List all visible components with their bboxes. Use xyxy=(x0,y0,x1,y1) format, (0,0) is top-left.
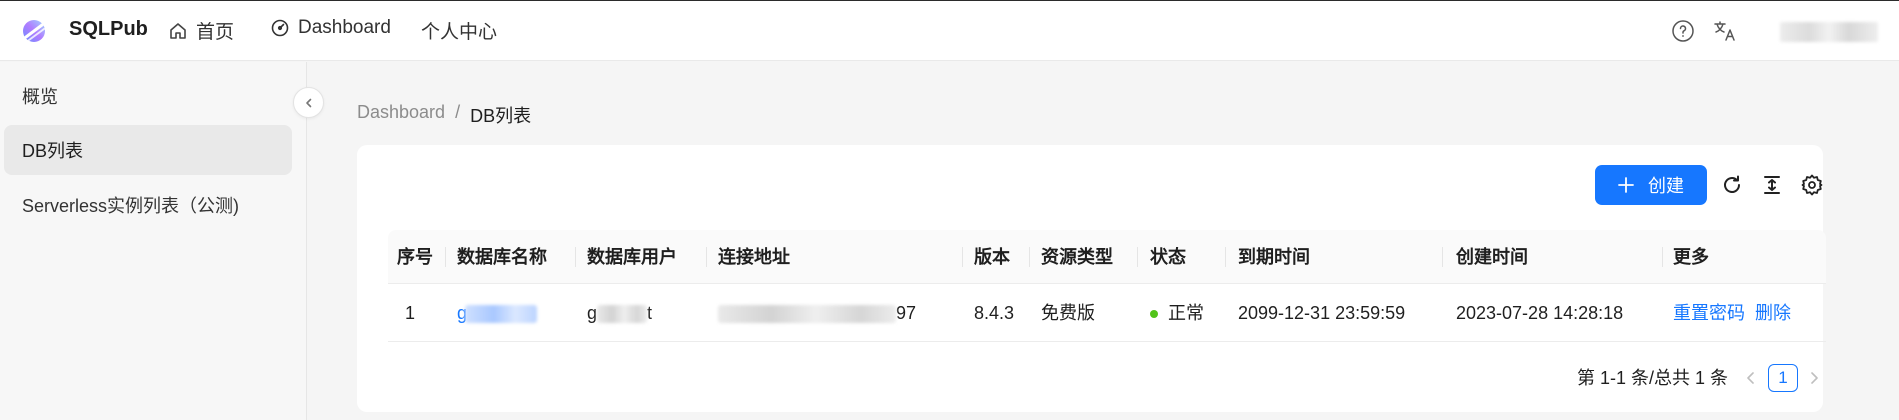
column-header: 序号 xyxy=(397,247,433,267)
dashboard-icon xyxy=(271,19,289,37)
nav-home-label: 首页 xyxy=(196,22,235,43)
table-header: 序号 数据库名称 数据库用户 连接地址 版本 资源类型 状态 到期时间 创建时间… xyxy=(388,230,1826,284)
sidebar-item-overview[interactable]: 概览 xyxy=(4,71,292,121)
nav-home[interactable]: 首页 xyxy=(168,17,234,44)
sidebar-item-serverless[interactable]: Serverless实例列表（公测) xyxy=(4,180,292,230)
nav-profile-label: 个人中心 xyxy=(421,22,498,43)
breadcrumb-current: DB列表 xyxy=(470,106,532,126)
breadcrumb: Dashboard / DB列表 xyxy=(357,102,531,128)
breadcrumb-parent[interactable]: Dashboard xyxy=(357,102,445,128)
resource-type-cell: 免费版 xyxy=(1041,303,1095,323)
breadcrumb-separator: / xyxy=(455,102,461,122)
create-button-label: 创建 xyxy=(1648,176,1684,196)
column-header: 状态 xyxy=(1150,247,1186,267)
top-navbar: SQLPub 首页 Dashboard 个人中心 xyxy=(0,0,1899,61)
create-button[interactable]: 创建 xyxy=(1595,165,1707,205)
status-text: 正常 xyxy=(1168,303,1204,323)
page-button-current[interactable]: 1 xyxy=(1768,364,1798,392)
sidebar-item-label: DB列表 xyxy=(22,141,84,161)
column-divider xyxy=(706,247,707,267)
column-header: 数据库用户 xyxy=(587,247,677,267)
delete-link[interactable]: 删除 xyxy=(1755,303,1791,323)
sidebar-item-db-list[interactable]: DB列表 xyxy=(4,125,292,175)
pagination-summary: 第 1-1 条/总共 1 条 xyxy=(1577,368,1729,388)
column-header: 版本 xyxy=(974,247,1010,267)
db-name-link[interactable]: g xyxy=(457,285,538,342)
chevron-left-icon xyxy=(305,98,311,107)
column-divider xyxy=(575,247,576,267)
column-divider xyxy=(1029,247,1030,267)
column-divider xyxy=(1662,247,1663,267)
redacted-db-user xyxy=(597,305,648,324)
actions-cell: 重置密码 删除 xyxy=(1673,285,1801,342)
address-cell: 97 xyxy=(718,285,916,342)
reset-password-link[interactable]: 重置密码 xyxy=(1673,303,1745,323)
column-divider xyxy=(1137,247,1138,267)
column-header: 更多 xyxy=(1673,247,1709,267)
chevron-left-icon[interactable] xyxy=(1742,368,1760,388)
db-user-cell: gt xyxy=(587,285,652,342)
user-account-menu[interactable] xyxy=(1780,22,1878,42)
nav-dashboard[interactable]: Dashboard xyxy=(270,17,391,39)
settings-icon[interactable] xyxy=(1800,173,1824,197)
plus-icon xyxy=(1618,177,1634,193)
status-dot-icon xyxy=(1150,310,1158,319)
help-icon[interactable] xyxy=(1671,19,1695,43)
db-user-prefix: g xyxy=(587,303,598,323)
reload-icon[interactable] xyxy=(1720,173,1744,197)
sqlpub-logo-icon[interactable] xyxy=(20,17,48,45)
app-name[interactable]: SQLPub xyxy=(69,18,148,41)
nav-dashboard-label: Dashboard xyxy=(298,17,391,38)
db-user-suffix: t xyxy=(647,303,653,323)
column-divider xyxy=(1225,247,1226,267)
column-header: 连接地址 xyxy=(718,247,790,267)
create-time-cell: 2023-07-28 14:28:18 xyxy=(1456,303,1624,323)
address-suffix: 97 xyxy=(896,303,917,323)
density-icon[interactable] xyxy=(1760,173,1784,197)
redacted-address xyxy=(718,305,896,324)
column-divider xyxy=(1442,247,1443,267)
expire-time-cell: 2099-12-31 23:59:59 xyxy=(1238,303,1406,323)
sidebar: 概览 DB列表 Serverless实例列表（公测) xyxy=(0,62,307,420)
redacted-db-name xyxy=(465,305,538,324)
row-index: 1 xyxy=(405,303,416,323)
column-divider xyxy=(962,247,963,267)
column-header: 创建时间 xyxy=(1456,247,1528,267)
column-divider xyxy=(445,247,446,267)
nav-profile[interactable]: 个人中心 xyxy=(421,17,497,44)
column-header: 到期时间 xyxy=(1238,247,1310,267)
sidebar-item-label: 概览 xyxy=(22,87,58,107)
status-cell: 正常 xyxy=(1150,285,1204,342)
table-row: 1 g gt 97 8.4.3 免费版 正常 2099-12-31 23:59:… xyxy=(388,285,1826,342)
home-icon xyxy=(170,22,186,39)
column-header: 数据库名称 xyxy=(457,247,547,267)
chevron-right-icon[interactable] xyxy=(1805,368,1823,388)
sidebar-collapse-button[interactable] xyxy=(293,87,324,118)
sidebar-item-label: Serverless实例列表（公测) xyxy=(22,196,240,216)
column-header: 资源类型 xyxy=(1041,247,1113,267)
version-cell: 8.4.3 xyxy=(974,303,1015,323)
translate-icon[interactable] xyxy=(1713,19,1737,43)
